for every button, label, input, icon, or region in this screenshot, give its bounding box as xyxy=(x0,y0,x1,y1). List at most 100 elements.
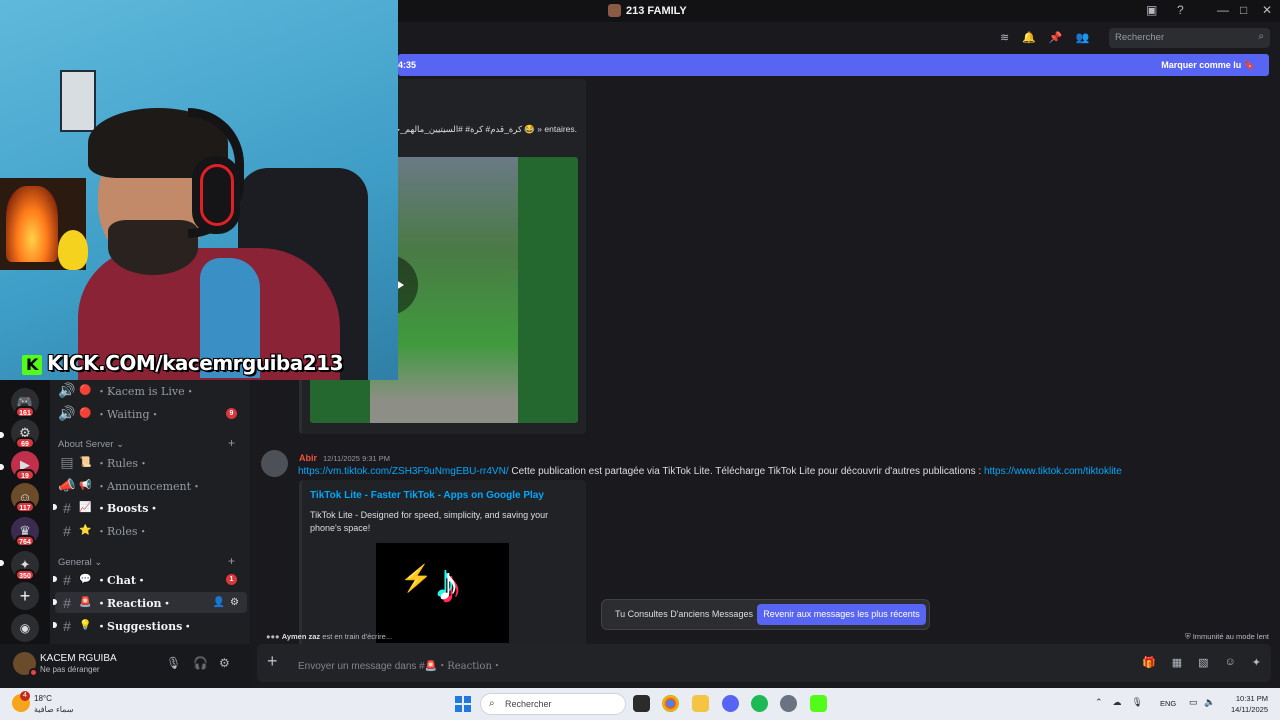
settings-icon[interactable] xyxy=(780,695,797,712)
add-server-button[interactable]: + xyxy=(11,582,39,610)
kick-channel-banner: K KICK.COM/kacemrguiba213 xyxy=(22,351,344,375)
user-name: KACEM RGUIBA xyxy=(40,653,117,664)
server-badge: 161 xyxy=(15,406,35,418)
task-view-icon[interactable] xyxy=(633,695,650,712)
pinned-icon[interactable]: 📌 xyxy=(1049,31,1063,44)
server-icon-1[interactable]: 🎮 161 xyxy=(11,388,39,418)
search-icon: ⌕ xyxy=(489,698,495,709)
server-icon-6[interactable]: ✦ 350 xyxy=(11,551,39,581)
maximize-button[interactable]: □ xyxy=(1240,3,1247,17)
onedrive-icon[interactable]: ☁ xyxy=(1113,697,1122,708)
channel-announcement[interactable]: 📣 📢 ・Announcement・ xyxy=(55,475,247,496)
settings-gear-icon[interactable]: ⚙ xyxy=(230,597,239,608)
voice-channel-kacem-live[interactable]: 🔊 🔴 ・Kacem is Live・ xyxy=(55,380,247,401)
weather-badge: 4 xyxy=(20,691,30,701)
headphones-icon[interactable]: 🎧 xyxy=(193,656,208,670)
jump-to-present-button[interactable]: Revenir aux messages les plus récents xyxy=(757,604,926,625)
category-about-server[interactable]: About Server ⌄ xyxy=(58,439,124,450)
kick-app-icon[interactable] xyxy=(810,695,827,712)
members-icon[interactable]: 👥 xyxy=(1076,31,1090,44)
gift-icon[interactable]: 🎁 xyxy=(1142,656,1156,669)
windows-taskbar: 4 18°C سماء صافية ⌕ Rechercher ⌃ ☁ 🎙 ENG… xyxy=(0,688,1280,720)
server-badge: 764 xyxy=(15,535,35,547)
slowmode-indicator: ⛨ Immunité au mode lent xyxy=(1184,632,1269,641)
channel-suggestions[interactable]: # 💡 ・Suggestions・ xyxy=(53,615,247,636)
hash-icon: # xyxy=(63,617,71,634)
jump-to-present-toast: Tu Consultes D'anciens Messages Revenir … xyxy=(601,599,930,630)
tiktok-link[interactable]: https://vm.tiktok.com/ZSH3F9uNmgEBU-rr4V… xyxy=(298,466,509,477)
start-button[interactable] xyxy=(455,696,471,712)
sticker-icon[interactable]: ▧ xyxy=(1198,656,1208,669)
megaphone-icon: 📣 xyxy=(58,477,76,493)
window-title: 213 FAMILY xyxy=(608,4,687,17)
volume-icon[interactable]: 🔈 xyxy=(1204,697,1215,708)
microphone-icon[interactable]: 🎙 xyxy=(1132,697,1143,708)
unread-pip xyxy=(0,464,4,470)
gif-icon[interactable]: ▦ xyxy=(1172,656,1182,669)
threads-icon[interactable]: ≋ xyxy=(1000,31,1009,44)
mention-badge: 1 xyxy=(226,574,237,585)
new-messages-bar[interactable]: 4:35 Marquer comme lu 🔖 xyxy=(398,54,1269,76)
apps-icon[interactable]: ✦ xyxy=(1252,656,1261,669)
explore-servers-icon[interactable]: ◉ xyxy=(11,614,39,642)
create-channel-icon[interactable]: + xyxy=(228,436,235,450)
tiktok-lite-link[interactable]: https://www.tiktok.com/tiktoklite xyxy=(984,466,1122,477)
chrome-icon[interactable] xyxy=(662,695,679,712)
spotify-icon[interactable] xyxy=(751,695,768,712)
server-icon-2[interactable]: ⚙ 69 xyxy=(11,419,39,449)
server-icon xyxy=(608,4,621,17)
channel-roles[interactable]: # ⭐ ・Roles・ xyxy=(55,520,247,541)
message-input[interactable]: Envoyer un message dans #🚨・Reaction・ xyxy=(298,657,502,672)
clock[interactable]: 10:31 PM 14/11/2025 xyxy=(1226,693,1268,715)
voice-channel-waiting[interactable]: 🔊 🔴 ・Waiting・ 9 xyxy=(55,403,247,424)
taskbar-search[interactable]: ⌕ Rechercher xyxy=(480,693,626,715)
search-input[interactable]: Rechercher ⌕ xyxy=(1109,28,1270,48)
help-icon[interactable]: ? xyxy=(1177,3,1184,17)
discord-icon[interactable] xyxy=(722,695,739,712)
webcam-overlay: K KICK.COM/kacemrguiba213 xyxy=(0,0,398,380)
emoji-icon[interactable]: ☺ xyxy=(1225,656,1236,669)
author-avatar[interactable] xyxy=(261,450,288,477)
create-channel-icon[interactable]: + xyxy=(228,554,235,568)
hash-icon: # xyxy=(63,499,71,516)
message-composer[interactable]: + Envoyer un message dans #🚨・Reaction・ 🎁… xyxy=(257,644,1271,682)
unread-pip xyxy=(0,432,4,438)
unread-pip xyxy=(0,560,4,566)
channel-boosts[interactable]: # 📈 ・Boosts・ xyxy=(53,497,247,518)
file-explorer-icon[interactable] xyxy=(692,695,709,712)
fire-image xyxy=(6,186,58,262)
channel-rules[interactable]: ▤ 📜 ・Rules・ xyxy=(55,452,247,473)
notification-bell-icon[interactable]: 🔔 xyxy=(1022,31,1036,44)
upload-plus-icon[interactable]: + xyxy=(267,651,278,672)
channel-reaction[interactable]: # 🚨 ・Reaction・ 👤 ⚙ xyxy=(53,592,247,613)
category-general[interactable]: General ⌄ xyxy=(58,557,102,568)
message-author[interactable]: Abir xyxy=(299,453,317,463)
language-indicator[interactable]: ENG xyxy=(1160,699,1176,708)
message-content: https://vm.tiktok.com/ZSH3F9uNmgEBU-rr4V… xyxy=(298,466,1122,477)
search-icon: ⌕ xyxy=(1258,31,1264,42)
server-badge: 117 xyxy=(15,501,35,513)
server-icon-5[interactable]: ♛ 764 xyxy=(11,517,39,547)
chat-area: ≋ 🔔 📌 👥 Rechercher ⌕ 4:35 Marquer comme … xyxy=(250,22,1280,688)
weather-temperature: 18°C xyxy=(34,694,52,703)
shield-icon: ⛨ xyxy=(1184,632,1191,641)
embed-title[interactable]: TikTok Lite - Faster TikTok - Apps on Go… xyxy=(310,490,544,501)
mark-as-read-button[interactable]: Marquer comme lu 🔖 xyxy=(1161,60,1255,71)
typing-indicator: ●●● Aymen zaz est en train d'écrire... xyxy=(266,632,393,641)
channel-chat[interactable]: # 💬 ・Chat・ 1 xyxy=(53,569,247,590)
minimize-button[interactable]: — xyxy=(1217,3,1229,17)
close-button[interactable]: ✕ xyxy=(1262,3,1272,17)
server-icon-4[interactable]: ☺ 117 xyxy=(11,483,39,513)
user-settings-gear-icon[interactable]: ⚙ xyxy=(219,656,230,670)
screen-share-icon[interactable]: ▣ xyxy=(1146,3,1157,17)
typing-dots-icon: ●●● xyxy=(266,632,280,641)
display-icon[interactable]: ▭ xyxy=(1189,697,1198,708)
speaker-icon: 🔊 xyxy=(58,405,76,421)
server-icon-3[interactable]: ▶ 19 xyxy=(11,451,39,481)
speaker-icon: 🔊 xyxy=(58,382,76,398)
new-messages-time: 4:35 xyxy=(398,60,417,70)
dnd-status-icon xyxy=(29,668,38,677)
microphone-icon[interactable]: 🎙 xyxy=(166,656,181,670)
invite-icon[interactable]: 👤 xyxy=(213,597,225,608)
chevron-up-icon[interactable]: ⌃ xyxy=(1095,697,1103,708)
